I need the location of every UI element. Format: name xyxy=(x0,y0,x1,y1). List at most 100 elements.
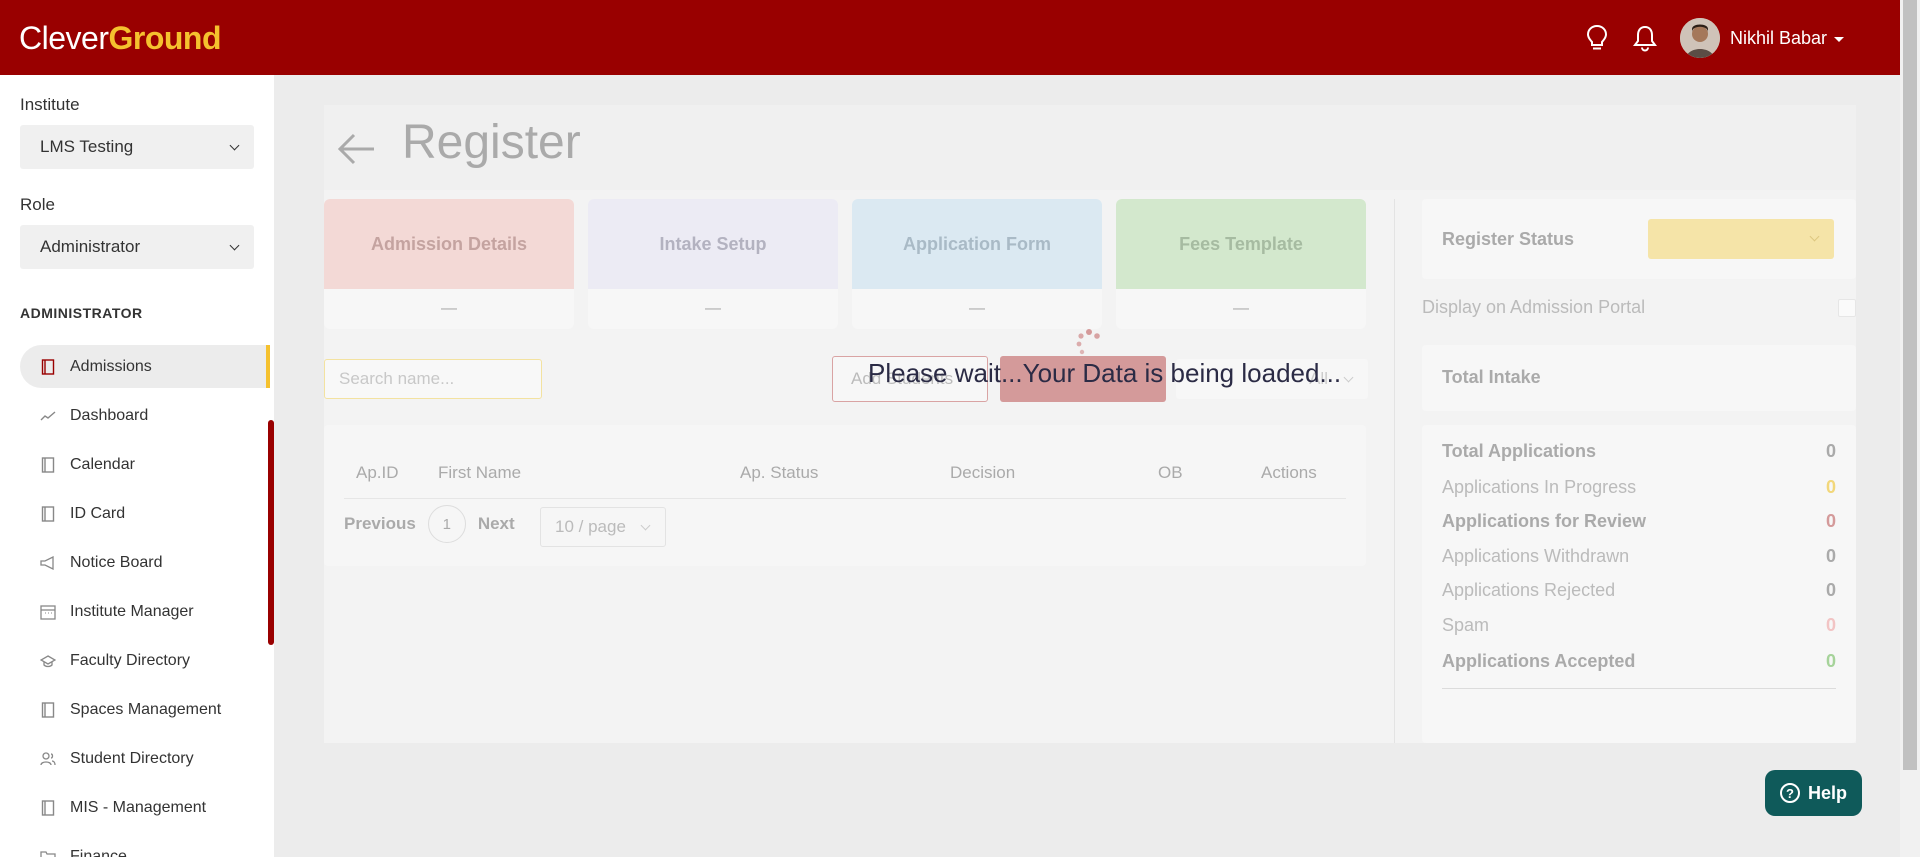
per-page-value: 10 / page xyxy=(555,517,626,536)
avatar[interactable] xyxy=(1679,18,1720,58)
summary-row: Applications Withdrawn 0 xyxy=(1442,546,1836,570)
chevron-down-icon xyxy=(229,140,240,151)
sidebar-item-notice-board[interactable]: Notice Board xyxy=(20,541,270,584)
summary-row-count: 0 xyxy=(1825,651,1836,671)
sidebar-item-label: Finance xyxy=(70,847,127,857)
chevron-down-icon xyxy=(1809,231,1820,242)
table-header-apid[interactable]: Ap.ID xyxy=(356,463,399,483)
previous-button[interactable]: Previous xyxy=(344,514,416,534)
help-button[interactable]: ? Help xyxy=(1765,770,1862,816)
per-page-select[interactable]: 10 / page xyxy=(540,507,666,547)
card-fees-template[interactable]: Fees Template — xyxy=(1116,199,1366,329)
card-value: — xyxy=(441,300,457,317)
summary-row: Spam 0 xyxy=(1442,615,1836,639)
sidebar-scrollbar[interactable] xyxy=(268,420,274,645)
role-label: Role xyxy=(20,195,55,214)
page-header: Register xyxy=(324,105,1856,190)
user-name[interactable]: Nikhil Babar xyxy=(1730,28,1827,49)
pagination: Previous 1 Next xyxy=(344,505,515,543)
sidebar-item-student-directory[interactable]: Student Directory xyxy=(20,737,270,780)
card-admission-details[interactable]: Admission Details — xyxy=(324,199,574,329)
table-header-ob[interactable]: OB xyxy=(1158,463,1183,483)
bell-icon[interactable] xyxy=(1632,23,1658,53)
back-arrow-icon[interactable] xyxy=(334,127,378,171)
summary-row-count: 0 xyxy=(1825,511,1836,531)
sidebar-item-label: Admissions xyxy=(70,357,152,375)
summary-row: Applications Accepted 0 xyxy=(1442,651,1836,675)
loading-message: Please wait...Your Data is being loaded.… xyxy=(868,358,1342,388)
chevron-down-icon[interactable] xyxy=(1834,36,1844,42)
card-application-form[interactable]: Application Form — xyxy=(852,199,1102,329)
table-header-decision[interactable]: Decision xyxy=(950,463,1015,483)
search-input[interactable]: Search name... xyxy=(324,359,542,399)
summary-row: Total Applications 0 xyxy=(1442,441,1836,465)
sidebar-item-label: Student Directory xyxy=(70,749,194,767)
sidebar-item-calendar[interactable]: Calendar xyxy=(20,443,270,486)
book-icon xyxy=(40,701,56,718)
summary-row-count: 0 xyxy=(1825,441,1836,461)
sidebar-item-faculty-directory[interactable]: Faculty Directory xyxy=(20,639,270,682)
sidebar-item-label: Notice Board xyxy=(70,553,163,571)
sidebar-item-spaces-management[interactable]: Spaces Management xyxy=(20,688,270,731)
table-header-actions: Actions xyxy=(1261,463,1317,482)
sidebar-item-label: Faculty Directory xyxy=(70,651,191,669)
book-icon xyxy=(40,358,56,375)
register-status-select[interactable] xyxy=(1648,219,1834,259)
sidebar-item-institute-manager[interactable]: Institute Manager xyxy=(20,590,270,633)
card-title: Application Form xyxy=(852,199,1102,289)
institute-select[interactable]: LMS Testing xyxy=(20,125,254,169)
book-icon xyxy=(40,456,56,473)
search-placeholder: Search name... xyxy=(339,369,455,388)
sidebar-item-admissions[interactable]: Admissions xyxy=(20,345,270,388)
portal-display-checkbox[interactable] xyxy=(1838,299,1856,317)
help-label: Help xyxy=(1807,782,1847,803)
page-scrollbar[interactable] xyxy=(1900,0,1920,857)
sidebar-item-label: Spaces Management xyxy=(70,700,222,718)
role-select[interactable]: Administrator xyxy=(20,225,254,269)
page-number[interactable]: 1 xyxy=(427,505,466,543)
sidebar-item-finance[interactable]: Finance xyxy=(20,835,270,857)
card-intake-setup[interactable]: Intake Setup — xyxy=(588,199,838,329)
institute-label: Institute xyxy=(20,95,80,114)
sidebar-menu: Admissions Dashboard Calendar ID Card No… xyxy=(20,345,270,857)
card-value: — xyxy=(705,300,721,317)
page-scrollbar-thumb[interactable] xyxy=(1903,0,1917,770)
sidebar-item-dashboard[interactable]: Dashboard xyxy=(20,394,270,437)
card-title: Intake Setup xyxy=(588,199,838,289)
sidebar-item-label: Dashboard xyxy=(70,406,149,424)
table-header-ap-status[interactable]: Ap. Status xyxy=(740,463,818,483)
summary-row-label: Spam xyxy=(1442,615,1490,635)
summary-row: Applications for Review 0 xyxy=(1442,511,1836,535)
lightbulb-icon[interactable] xyxy=(1584,23,1610,53)
sidebar-item-label: MIS - Management xyxy=(70,798,207,816)
book-icon xyxy=(40,799,56,816)
sidebar-item-mis-management[interactable]: MIS - Management xyxy=(20,786,270,829)
total-intake-label: Total Intake xyxy=(1442,367,1541,387)
chart-line-icon xyxy=(40,408,56,424)
role-select-value: Administrator xyxy=(40,237,141,256)
sidebar: Institute LMS Testing Role Administrator… xyxy=(0,75,274,857)
book-icon xyxy=(40,505,56,522)
table-header-first-name[interactable]: First Name xyxy=(438,463,521,483)
summary-row: Applications Rejected 0 xyxy=(1442,580,1836,604)
summary-row-label: Total Applications xyxy=(1442,441,1597,461)
users-icon xyxy=(40,751,56,767)
institute-select-value: LMS Testing xyxy=(40,137,134,156)
main-content: Register Admission Details — Intake Setu… xyxy=(324,105,1856,743)
next-button[interactable]: Next xyxy=(478,514,515,534)
summary-row-count: 0 xyxy=(1825,546,1836,566)
card-value: — xyxy=(969,300,985,317)
summary-row-label: Applications In Progress xyxy=(1442,477,1637,497)
column-divider xyxy=(1394,199,1395,743)
chevron-down-icon xyxy=(1343,372,1354,383)
logo-text-part1: Clever xyxy=(19,20,109,56)
sidebar-item-id-card[interactable]: ID Card xyxy=(20,492,270,535)
app-logo[interactable]: CleverGround xyxy=(19,20,221,57)
summary-row-count: 0 xyxy=(1825,580,1836,600)
summary-row-count: 0 xyxy=(1825,615,1836,635)
chevron-down-icon xyxy=(640,520,651,531)
sidebar-section-title: ADMINISTRATOR xyxy=(20,305,143,321)
megaphone-icon xyxy=(40,555,56,571)
summary-row-label: Applications Accepted xyxy=(1442,651,1636,671)
card-title: Admission Details xyxy=(324,199,574,289)
